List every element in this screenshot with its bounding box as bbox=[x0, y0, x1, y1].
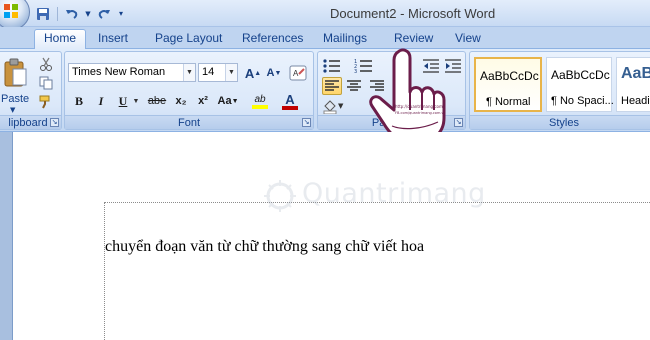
tab-view[interactable]: View bbox=[455, 30, 481, 49]
ribbon: Paste ▼ lipboard ↘ Times New Roman ▼ 14 … bbox=[0, 49, 650, 132]
style-name: Headin bbox=[621, 95, 650, 107]
undo-icon[interactable] bbox=[63, 5, 81, 23]
underline-button[interactable]: U bbox=[113, 91, 133, 111]
page-margin-left bbox=[104, 202, 105, 340]
italic-label: I bbox=[98, 93, 104, 108]
document-area[interactable] bbox=[0, 132, 650, 340]
tab-insert[interactable]: Insert bbox=[98, 30, 128, 49]
title-bar: ▼ ▾ Document2 - Microsoft Word bbox=[0, 0, 650, 30]
align-center-icon[interactable] bbox=[345, 78, 363, 94]
tab-home[interactable]: Home bbox=[34, 29, 87, 49]
highlight-color-bar bbox=[252, 104, 268, 109]
strikethrough-label: abe bbox=[147, 95, 167, 107]
style-sample: AaBbCcDc bbox=[551, 68, 610, 82]
chevron-down-icon[interactable]: ▼ bbox=[225, 64, 237, 81]
watermark: Quantrimang bbox=[262, 176, 485, 220]
vertical-ruler bbox=[0, 132, 13, 340]
shrink-font-button[interactable]: A ▼ bbox=[264, 63, 284, 83]
document-text[interactable]: chuyển đoạn văn từ chữ thường sang chữ v… bbox=[105, 238, 424, 256]
style-no-spacing[interactable]: AaBbCcDc ¶ No Spaci... bbox=[546, 57, 614, 112]
style-sample: AaBbCcDc bbox=[480, 69, 539, 83]
shrink-font-label: A bbox=[266, 67, 275, 79]
svg-text:▼: ▼ bbox=[338, 102, 344, 110]
superscript-label: x² bbox=[198, 95, 208, 107]
styles-group-label: Styles bbox=[470, 115, 650, 129]
svg-text:3: 3 bbox=[354, 69, 357, 74]
text-highlight-button[interactable]: ab bbox=[246, 91, 274, 111]
font-name-combo[interactable]: Times New Roman ▼ bbox=[68, 63, 196, 82]
clipboard-launcher-icon[interactable]: ↘ bbox=[50, 118, 59, 127]
underline-label: U bbox=[118, 93, 128, 108]
format-painter-icon[interactable] bbox=[39, 95, 53, 109]
strikethrough-button[interactable]: abe bbox=[145, 91, 169, 111]
grow-font-button[interactable]: A ▲ bbox=[243, 63, 263, 83]
window-title: Document2 - Microsoft Word bbox=[330, 6, 496, 21]
font-group-label-text: Font bbox=[177, 117, 200, 129]
quick-access-toolbar: ▼ ▾ bbox=[34, 4, 126, 23]
subscript-button[interactable]: x₂ bbox=[171, 91, 191, 111]
tab-mailings[interactable]: Mailings bbox=[323, 30, 367, 49]
styles-group-label-text: Styles bbox=[549, 117, 579, 129]
ribbon-tabs: Home Insert Page Layout References Maili… bbox=[0, 27, 650, 49]
paste-button[interactable]: Paste ▼ bbox=[1, 56, 30, 114]
styles-group: AaBbCcDc ¶ Normal AaBbCcDc ¶ No Spaci...… bbox=[469, 51, 650, 130]
paste-icon bbox=[4, 58, 27, 87]
change-case-label: Aa bbox=[217, 95, 232, 107]
cut-icon[interactable] bbox=[39, 57, 53, 71]
subscript-label: x₂ bbox=[175, 95, 187, 107]
font-size-value: 14 bbox=[202, 66, 215, 78]
customize-icon[interactable]: ▾ bbox=[116, 5, 126, 23]
align-left-icon[interactable] bbox=[322, 77, 342, 95]
watermark-logo-icon bbox=[264, 180, 296, 212]
style-heading[interactable]: AaB Headin bbox=[616, 57, 650, 112]
underline-dropdown-icon[interactable]: ▼ bbox=[131, 91, 141, 111]
chevron-down-icon[interactable]: ▼ bbox=[183, 64, 195, 81]
clear-formatting-icon[interactable]: A bbox=[288, 63, 308, 83]
paragraph-launcher-icon[interactable]: ↘ bbox=[454, 118, 463, 127]
svg-text:http://quantrimang.com/: http://quantrimang.com/ bbox=[395, 104, 445, 109]
font-color-button[interactable]: A bbox=[277, 91, 303, 111]
office-button[interactable] bbox=[0, 0, 30, 30]
bold-button[interactable]: B bbox=[69, 91, 89, 111]
style-name: ¶ Normal bbox=[486, 96, 531, 108]
style-sample: AaB bbox=[621, 65, 650, 82]
tab-review[interactable]: Review bbox=[394, 30, 433, 49]
style-normal[interactable]: AaBbCcDc ¶ Normal bbox=[474, 57, 542, 112]
bold-label: B bbox=[74, 93, 83, 108]
font-launcher-icon[interactable]: ↘ bbox=[302, 118, 311, 127]
copy-icon[interactable] bbox=[39, 76, 53, 90]
font-size-combo[interactable]: 14 ▼ bbox=[198, 63, 238, 82]
style-name: ¶ No Spaci... bbox=[551, 95, 614, 107]
clipboard-group: Paste ▼ lipboard ↘ bbox=[0, 51, 62, 130]
italic-button[interactable]: I bbox=[91, 91, 111, 111]
tab-references[interactable]: References bbox=[242, 30, 303, 49]
grow-font-label: A bbox=[244, 65, 255, 81]
font-group-label: Font bbox=[65, 115, 313, 129]
change-case-button[interactable]: Aa ▼ bbox=[216, 91, 240, 111]
clipboard-group-label-text: lipboard bbox=[8, 117, 48, 129]
save-icon[interactable] bbox=[34, 5, 52, 23]
font-color-bar bbox=[282, 105, 298, 110]
font-name-value: Times New Roman bbox=[72, 66, 166, 78]
font-color-label: A bbox=[285, 91, 295, 107]
redo-icon[interactable] bbox=[95, 5, 113, 23]
paste-dropdown-icon: ▼ bbox=[10, 106, 16, 114]
paste-label: Paste bbox=[1, 93, 30, 105]
bullets-icon[interactable] bbox=[322, 58, 342, 74]
qat-separator bbox=[57, 6, 58, 21]
superscript-button[interactable]: x² bbox=[193, 91, 213, 111]
font-group: Times New Roman ▼ 14 ▼ A ▲ A ▼ A B I U ▼ a… bbox=[64, 51, 314, 130]
highlight-label: ab bbox=[254, 93, 266, 105]
watermark-text: Quantrimang bbox=[302, 178, 486, 209]
shading-icon[interactable]: ▼ bbox=[322, 98, 344, 115]
undo-dropdown-icon[interactable]: ▼ bbox=[84, 5, 92, 23]
tab-page-layout[interactable]: Page Layout bbox=[155, 30, 222, 49]
svg-text:FB.com/quantrimang.com.vn: FB.com/quantrimang.com.vn bbox=[395, 111, 446, 115]
office-logo-icon bbox=[4, 4, 18, 18]
svg-text:A: A bbox=[293, 69, 299, 78]
